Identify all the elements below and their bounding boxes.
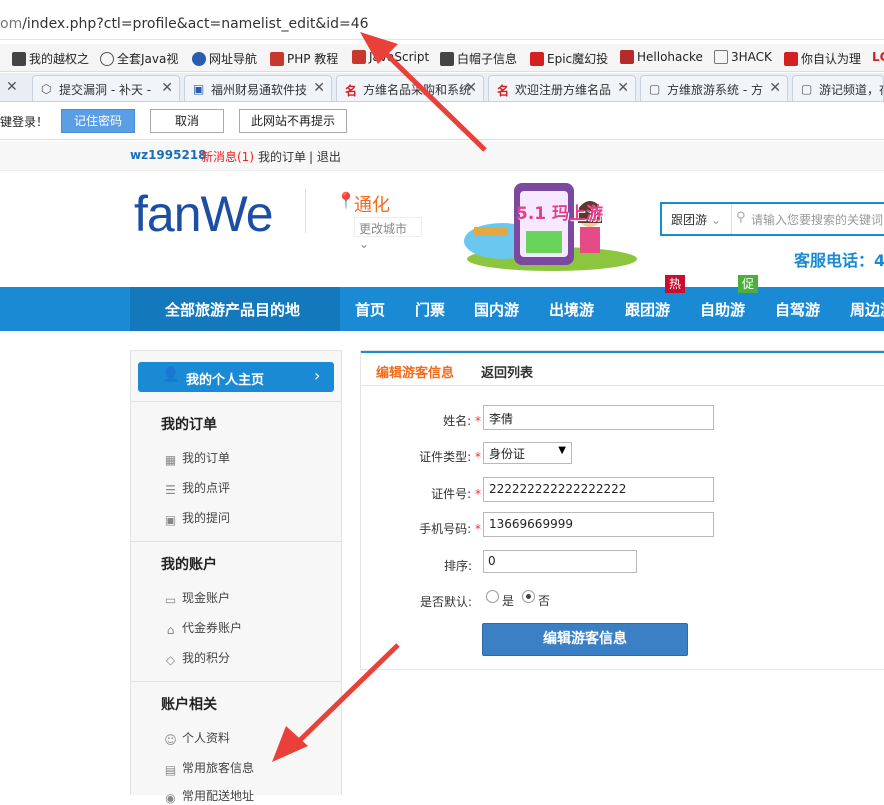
arrow-shaft-url [376, 44, 487, 152]
arrow-shaft-sidebar [293, 643, 400, 747]
arrow-head-sidebar [272, 726, 308, 762]
annotation-arrows [272, 32, 487, 762]
